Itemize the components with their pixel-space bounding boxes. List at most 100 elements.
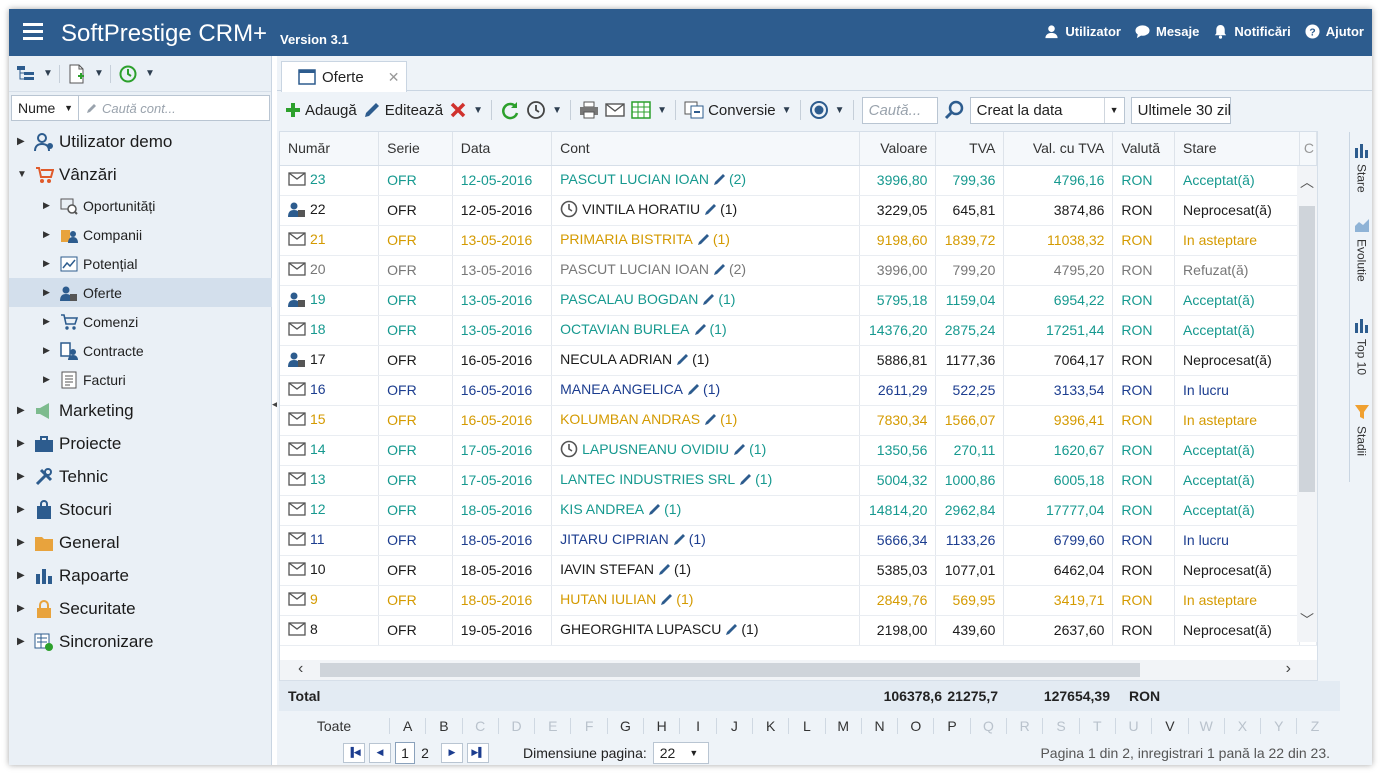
alphabet-letter[interactable]: V	[1151, 717, 1187, 734]
pencil-icon[interactable]	[660, 592, 674, 609]
add-button[interactable]: Adaugă	[285, 96, 357, 124]
account-search-input[interactable]: Caută cont...	[79, 95, 270, 121]
expand-icon[interactable]: ▶	[43, 200, 55, 211]
table-row[interactable]: 21 OFR 13-05-2016 PRIMARIA BISTRITA (1) 9198,…	[280, 225, 1317, 256]
account-link[interactable]: NECULA ADRIAN	[560, 351, 672, 367]
tree-item-oferte[interactable]: ▶ Oferte	[9, 278, 272, 307]
column-header[interactable]: C	[1299, 132, 1317, 166]
tree-item-oportunitati[interactable]: ▶ Oportunități	[9, 191, 272, 220]
expand-icon[interactable]: ▶	[43, 229, 55, 240]
account-link[interactable]: PASCALAU BOGDAN	[560, 291, 698, 307]
alphabet-letter[interactable]: H	[643, 717, 679, 734]
delete-dropdown-icon[interactable]: ▼	[473, 105, 483, 116]
column-header[interactable]: Stare	[1174, 132, 1300, 166]
table-row[interactable]: 11 OFR 18-05-2016 JITARU CIPRIAN (1) 5666,34 1…	[280, 525, 1317, 556]
refresh-button[interactable]	[500, 96, 520, 124]
page-size-select[interactable]: 22 ▼	[652, 741, 709, 764]
table-row[interactable]: 13 OFR 17-05-2016 LANTEC INDUSTRIES SRL (1) 5…	[280, 465, 1317, 496]
side-tab-stadii[interactable]: Stadii	[1350, 404, 1372, 456]
next-page-icon[interactable]: ▶	[441, 742, 463, 763]
period-select[interactable]: Ultimele 30 zile	[1130, 96, 1231, 124]
pencil-icon[interactable]	[704, 412, 718, 429]
expand-icon[interactable]: ▶	[43, 258, 55, 269]
tree-item-securitate[interactable]: ▶ Securitate	[9, 592, 272, 625]
chevron-down-icon[interactable]: ﹀	[1300, 610, 1314, 630]
expand-icon[interactable]: ▶	[17, 504, 29, 515]
pencil-icon[interactable]	[673, 532, 687, 549]
column-header[interactable]: Valoare	[859, 132, 937, 166]
new-document-icon[interactable]	[66, 64, 88, 84]
export-dropdown-icon[interactable]: ▼	[657, 105, 667, 116]
expand-icon[interactable]: ▶	[17, 570, 29, 581]
table-row[interactable]: 17 OFR 16-05-2016 NECULA ADRIAN (1) 5886,81 11…	[280, 345, 1317, 376]
tree-view-dropdown-icon[interactable]: ▼	[43, 68, 53, 79]
pencil-icon[interactable]	[676, 352, 690, 369]
pencil-icon[interactable]	[725, 622, 739, 639]
view-button[interactable]	[809, 96, 829, 124]
table-row[interactable]: 10 OFR 18-05-2016 IAVIN STEFAN (1) 5385,03 107…	[280, 555, 1317, 586]
column-header[interactable]: Data	[452, 132, 553, 166]
page-number[interactable]: 1	[395, 741, 415, 764]
cell-cont[interactable]: HUTAN IULIAN (1)	[551, 585, 861, 616]
nav-user[interactable]: Utilizator	[1044, 24, 1121, 39]
column-header[interactable]: Număr	[280, 132, 380, 166]
tree-item-utilizator[interactable]: ▶ Utilizator demo	[9, 125, 272, 158]
table-row[interactable]: 22 OFR 12-05-2016 VINTILA HORATIU (1) 3229,05…	[280, 195, 1317, 226]
table-row[interactable]: 14 OFR 17-05-2016 LAPUSNEANU OVIDIU (1) 1350,…	[280, 435, 1317, 466]
side-tab-evolutie[interactable]: Evolutie	[1350, 217, 1372, 282]
account-link[interactable]: LAPUSNEANU OVIDIU	[582, 441, 729, 457]
account-link[interactable]: PRIMARIA BISTRITA	[560, 231, 693, 247]
cell-cont[interactable]: PASCUT LUCIAN IOAN (2)	[551, 165, 861, 196]
table-row[interactable]: 16 OFR 16-05-2016 MANEA ANGELICA (1) 2611,29 5…	[280, 375, 1317, 406]
pencil-icon[interactable]	[687, 382, 701, 399]
pencil-icon[interactable]	[739, 472, 753, 489]
table-row[interactable]: 18 OFR 13-05-2016 OCTAVIAN BURLEA (1) 14376,2…	[280, 315, 1317, 346]
page-number[interactable]: 2	[415, 742, 435, 764]
alphabet-letter[interactable]: O	[897, 717, 933, 734]
side-tab-top10[interactable]: Top 10	[1350, 317, 1372, 375]
pencil-icon[interactable]	[713, 172, 727, 189]
alphabet-letter[interactable]: P	[933, 717, 969, 734]
email-button[interactable]	[605, 96, 625, 124]
alphabet-letter[interactable]: B	[425, 717, 461, 734]
expand-icon[interactable]: ▶	[17, 471, 29, 482]
history-button[interactable]	[526, 96, 546, 124]
pencil-icon[interactable]	[733, 442, 747, 459]
cell-cont[interactable]: KIS ANDREA (1)	[551, 495, 861, 526]
tree-item-contracte[interactable]: ▶ Contracte	[9, 336, 272, 365]
side-tab-stare[interactable]: Stare	[1350, 142, 1372, 193]
delete-button[interactable]	[449, 96, 467, 124]
account-link[interactable]: JITARU CIPRIAN	[560, 531, 669, 547]
pencil-icon[interactable]	[713, 262, 727, 279]
view-dropdown-icon[interactable]: ▼	[835, 105, 845, 116]
account-link[interactable]: PASCUT LUCIAN IOAN	[560, 261, 709, 277]
tree-item-comenzi[interactable]: ▶ Comenzi	[9, 307, 272, 336]
menu-icon[interactable]	[23, 23, 43, 40]
table-row[interactable]: 8 OFR 19-05-2016 GHEORGHITA LUPASCU (1) 2198,…	[280, 615, 1317, 646]
account-link[interactable]: VINTILA HORATIU	[582, 201, 700, 217]
account-link[interactable]: OCTAVIAN BURLEA	[560, 321, 689, 337]
tree-item-sincronizare[interactable]: ▶ Sincronizare	[9, 625, 272, 658]
nav-help[interactable]: ? Ajutor	[1305, 24, 1364, 39]
alphabet-letter[interactable]: A	[389, 717, 425, 734]
account-link[interactable]: GHEORGHITA LUPASCU	[560, 621, 721, 637]
history-dropdown-icon[interactable]: ▼	[552, 105, 562, 116]
account-link[interactable]: LANTEC INDUSTRIES SRL	[560, 471, 735, 487]
scroll-thumb[interactable]	[1299, 206, 1315, 492]
account-link[interactable]: PASCUT LUCIAN IOAN	[560, 171, 709, 187]
column-header[interactable]: TVA	[935, 132, 1005, 166]
cell-cont[interactable]: LANTEC INDUSTRIES SRL (1)	[551, 465, 861, 496]
pencil-icon[interactable]	[658, 562, 672, 579]
account-link[interactable]: IAVIN STEFAN	[560, 561, 654, 577]
cell-cont[interactable]: KOLUMBAN ANDRAS (1)	[551, 405, 861, 436]
edit-button[interactable]: Editează	[363, 96, 443, 124]
search-field-select[interactable]: Nume ▼	[11, 95, 79, 121]
history-icon[interactable]	[117, 64, 139, 84]
convert-button[interactable]: Conversie	[684, 96, 776, 124]
nav-messages[interactable]: Mesaje	[1135, 24, 1199, 39]
date-field-select[interactable]: Creat la data ▼	[969, 96, 1125, 124]
alphabet-letter[interactable]: I	[679, 717, 715, 734]
last-page-icon[interactable]: ▶▌	[467, 742, 489, 763]
pencil-icon[interactable]	[648, 502, 662, 519]
account-link[interactable]: HUTAN IULIAN	[560, 591, 656, 607]
